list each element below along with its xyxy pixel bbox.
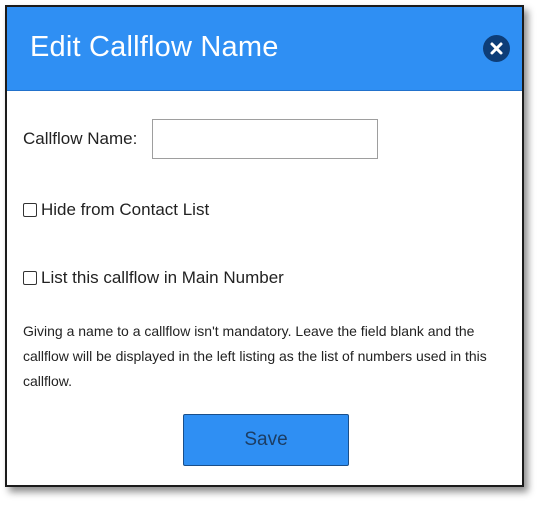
hide-contact-label[interactable]: Hide from Contact List	[41, 200, 209, 220]
callflow-name-row: Callflow Name:	[23, 119, 379, 159]
dialog-header: Edit Callflow Name	[7, 7, 522, 91]
callflow-name-label: Callflow Name:	[23, 129, 138, 148]
dialog-title: Edit Callflow Name	[30, 31, 279, 63]
hide-contact-checkbox[interactable]	[23, 203, 37, 217]
main-number-checkbox[interactable]	[23, 271, 37, 285]
close-button[interactable]	[483, 35, 510, 62]
main-number-row[interactable]: List this callflow in Main Number	[23, 266, 284, 290]
main-number-label[interactable]: List this callflow in Main Number	[41, 268, 284, 288]
callflow-name-input[interactable]	[152, 119, 379, 159]
edit-callflow-dialog: Edit Callflow Name Callflow Name: Hide f…	[5, 5, 524, 487]
save-button[interactable]: Save	[183, 414, 349, 466]
close-icon	[490, 42, 503, 55]
hide-contact-row[interactable]: Hide from Contact List	[23, 198, 209, 222]
help-text: Giving a name to a callflow isn't mandat…	[23, 323, 487, 389]
